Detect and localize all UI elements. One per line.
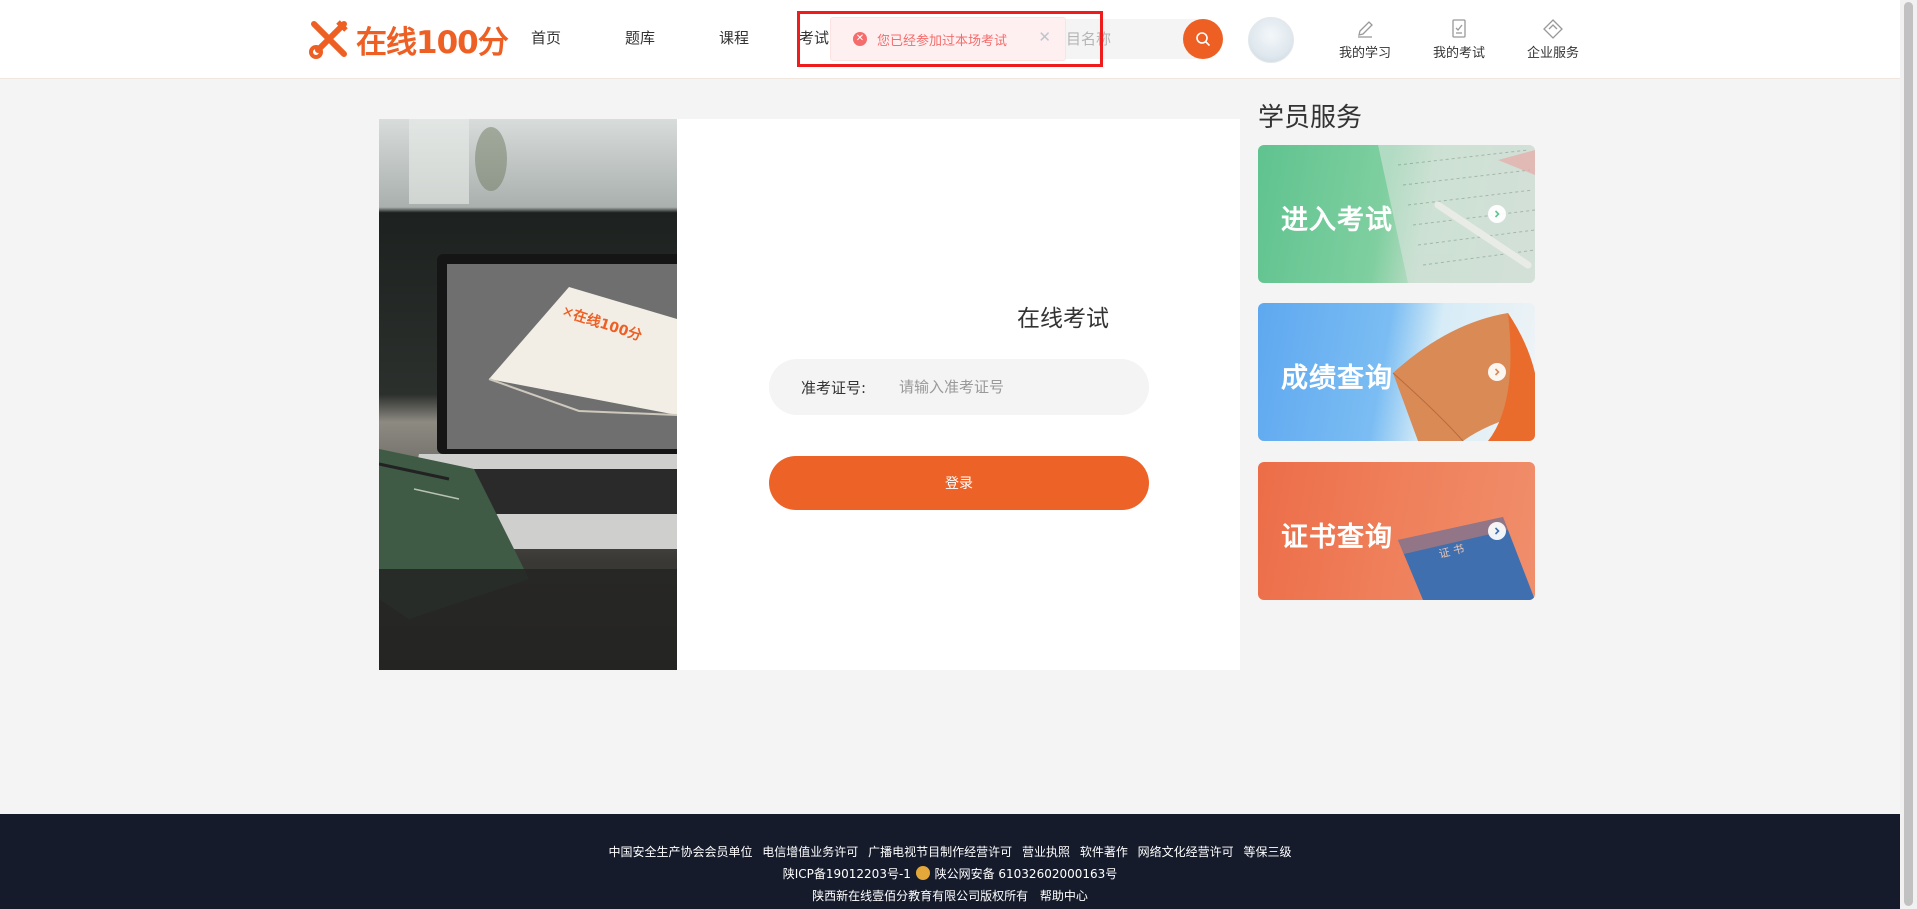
footer-link-broadcast-license[interactable]: 广播电视节目制作经营许可 xyxy=(868,845,1012,859)
police-record-number[interactable]: 陕公网安备 61032602000163号 xyxy=(935,867,1118,881)
logo-text: 在线100分 xyxy=(356,24,509,61)
footer-link-business-license[interactable]: 营业执照 xyxy=(1022,845,1070,859)
footer-registration: 陕ICP备19012203号-1 陕公网安备 61032602000163号 xyxy=(0,865,1900,882)
service-label-certificate-query: 证书查询 xyxy=(1281,522,1393,553)
my-exams-link[interactable]: 我的考试 xyxy=(1424,18,1494,61)
police-badge-icon xyxy=(915,866,930,880)
pencil-icon xyxy=(1358,21,1373,38)
icp-number[interactable]: 陕ICP备19012203号-1 xyxy=(783,867,911,881)
login-card: ✕在线100分 在线考试 准考证号: 登录 xyxy=(379,119,1240,670)
ticket-number-input[interactable] xyxy=(899,369,1129,405)
highlight-annotation-box xyxy=(797,11,1103,67)
service-card-certificate-query[interactable]: 证 书 证书查询 xyxy=(1258,462,1535,600)
wrench-screwdriver-logo-icon xyxy=(309,20,348,59)
site-logo[interactable]: 在线100分 xyxy=(308,16,509,62)
footer-links: 中国安全生产协会会员单位 电信增值业务许可 广播电视节目制作经营许可 营业执照 … xyxy=(0,843,1900,860)
chevron-right-icon xyxy=(1488,205,1506,223)
login-title: 在线考试 xyxy=(1017,306,1109,332)
service-label-score-query: 成绩查询 xyxy=(1281,363,1393,394)
services-heading: 学员服务 xyxy=(1258,103,1363,133)
my-study-label: 我的学习 xyxy=(1338,46,1391,61)
ticket-number-field: 准考证号: xyxy=(769,359,1149,415)
enterprise-service-link[interactable]: 企业服务 xyxy=(1518,18,1588,61)
footer-link-software-copyright[interactable]: 软件著作 xyxy=(1080,845,1128,859)
nav-courses[interactable]: 课程 xyxy=(719,27,749,48)
service-card-enter-exam[interactable]: 进入考试 xyxy=(1258,145,1535,283)
ticket-number-label: 准考证号: xyxy=(801,379,867,397)
help-center-link[interactable]: 帮助中心 xyxy=(1040,889,1088,903)
diamond-icon xyxy=(1543,19,1563,39)
search-button[interactable] xyxy=(1183,19,1223,59)
chevron-right-icon xyxy=(1488,363,1506,381)
copyright-text: 陕西新在线壹佰分教育有限公司版权所有 xyxy=(812,889,1029,903)
enterprise-service-label: 企业服务 xyxy=(1526,46,1579,61)
login-button[interactable]: 登录 xyxy=(769,456,1149,510)
chevron-right-icon xyxy=(1488,522,1506,540)
laptop-photo: ✕在线100分 xyxy=(379,119,677,670)
nav-home[interactable]: 首页 xyxy=(531,27,561,48)
footer-link-safety-association[interactable]: 中国安全生产协会会员单位 xyxy=(608,845,752,859)
footer-link-network-culture-license[interactable]: 网络文化经营许可 xyxy=(1138,845,1234,859)
footer-link-telecom-license[interactable]: 电信增值业务许可 xyxy=(762,845,858,859)
exam-sheet-icon xyxy=(1452,19,1466,38)
page-footer: 中国安全生产协会会员单位 电信增值业务许可 广播电视节目制作经营许可 营业执照 … xyxy=(0,814,1900,909)
user-avatar[interactable] xyxy=(1248,17,1294,63)
page-scrollbar[interactable] xyxy=(1900,0,1917,909)
my-exams-label: 我的考试 xyxy=(1432,46,1485,61)
service-card-score-query[interactable]: 成绩查询 xyxy=(1258,303,1535,441)
nav-question-bank[interactable]: 题库 xyxy=(625,27,655,48)
footer-copyright-line: 陕西新在线壹佰分教育有限公司版权所有 帮助中心 xyxy=(0,887,1900,904)
search-icon xyxy=(1196,32,1210,46)
scrollbar-thumb[interactable] xyxy=(1904,2,1913,906)
footer-link-security-level[interactable]: 等保三级 xyxy=(1244,845,1292,859)
my-study-link[interactable]: 我的学习 xyxy=(1330,18,1400,61)
service-label-enter-exam: 进入考试 xyxy=(1281,205,1393,236)
laptop-book-illustration: ✕在线100分 xyxy=(379,119,677,670)
